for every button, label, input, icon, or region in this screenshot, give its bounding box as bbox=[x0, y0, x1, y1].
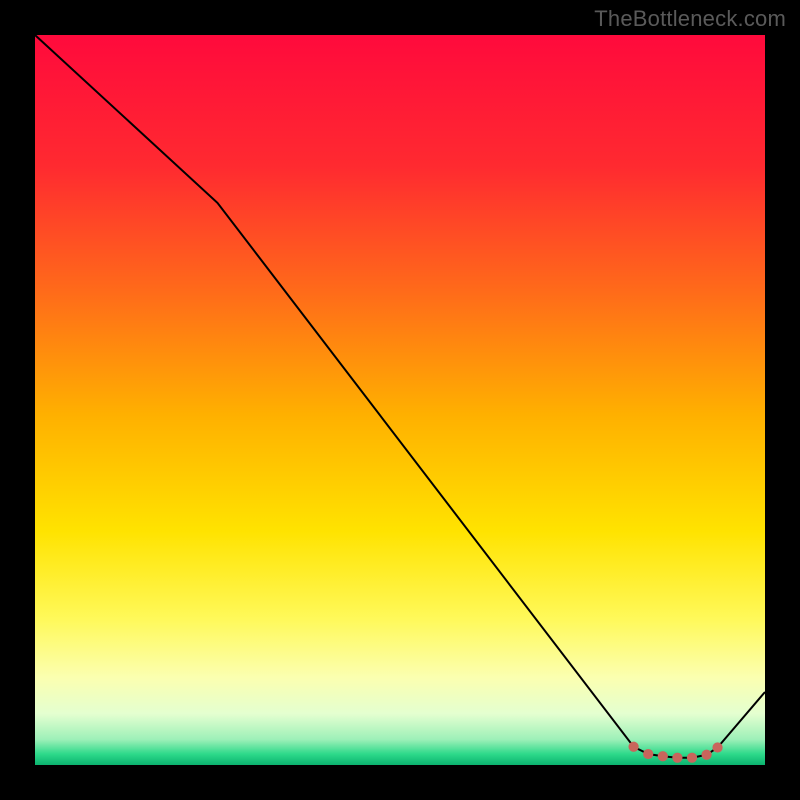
chart-marker bbox=[628, 742, 638, 752]
chart-marker bbox=[672, 753, 682, 763]
chart-marker bbox=[643, 749, 653, 759]
chart-marker bbox=[658, 751, 668, 761]
chart-area bbox=[35, 35, 765, 765]
attribution-text: TheBottleneck.com bbox=[594, 6, 786, 32]
chart-marker bbox=[687, 753, 697, 763]
chart-marker bbox=[701, 750, 711, 760]
chart-marker bbox=[712, 742, 722, 752]
chart-line bbox=[35, 35, 765, 758]
chart-overlay bbox=[35, 35, 765, 765]
